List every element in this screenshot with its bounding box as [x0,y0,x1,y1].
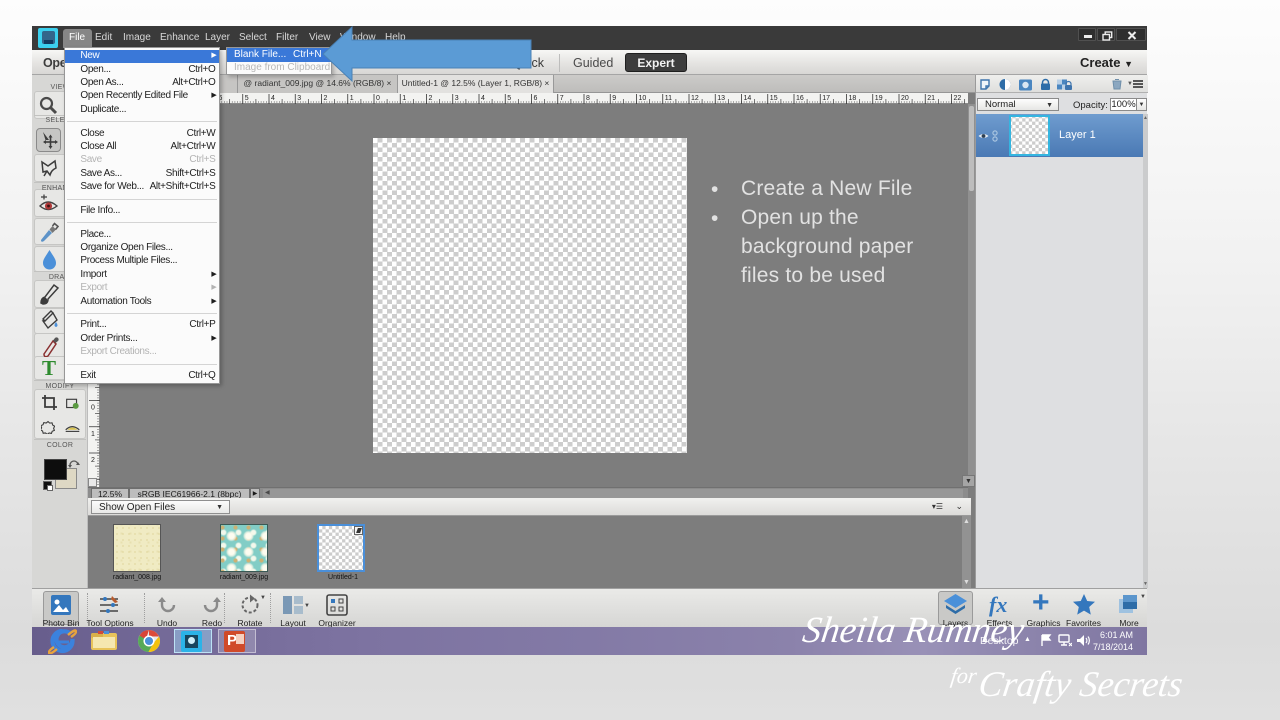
svg-text:22: 22 [954,95,962,102]
svg-text:7: 7 [560,95,564,102]
svg-text:5: 5 [245,95,249,102]
svg-text:2: 2 [429,95,433,102]
svg-text:5: 5 [507,95,511,102]
svg-text:14: 14 [744,95,752,102]
svg-text:13: 13 [717,95,725,102]
svg-text:1: 1 [350,95,354,102]
svg-text:15: 15 [770,95,778,102]
svg-text:9: 9 [612,95,616,102]
svg-text:16: 16 [796,95,804,102]
svg-text:10: 10 [639,95,647,102]
svg-text:3: 3 [455,95,459,102]
svg-text:0: 0 [376,95,380,102]
svg-text:12: 12 [691,95,699,102]
svg-text:2: 2 [91,457,95,464]
svg-text:18: 18 [849,95,857,102]
svg-text:1: 1 [402,95,406,102]
svg-text:2: 2 [324,95,328,102]
svg-text:4: 4 [271,95,275,102]
svg-text:17: 17 [822,95,830,102]
svg-text:20: 20 [901,95,909,102]
svg-text:4: 4 [481,95,485,102]
svg-text:21: 21 [927,95,935,102]
svg-text:19: 19 [875,95,883,102]
svg-text:0: 0 [91,405,95,412]
svg-text:3: 3 [297,95,301,102]
svg-text:6: 6 [534,95,538,102]
svg-text:1: 1 [91,431,95,438]
svg-text:11: 11 [665,95,672,102]
svg-text:8: 8 [586,95,590,102]
